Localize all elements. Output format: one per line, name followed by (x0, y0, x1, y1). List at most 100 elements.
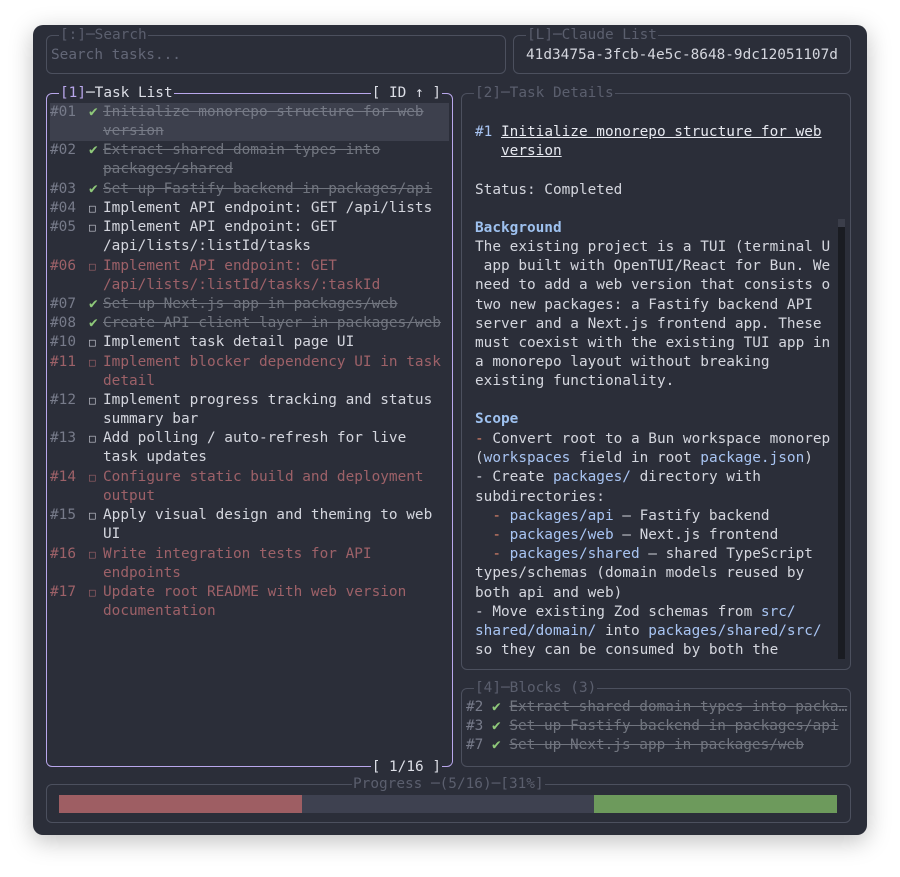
scope-fragment: directory with (630, 469, 761, 486)
code-ref: packages/api (509, 507, 614, 524)
scope-fragment: - Move existing Zod schemas from (475, 603, 761, 620)
block-id: #2 (466, 699, 484, 715)
blocks-title: [4]─Blocks (3) (474, 679, 598, 697)
checkbox-icon: □ (89, 432, 96, 446)
task-id: #11 (50, 353, 76, 370)
task-title: detail (103, 372, 155, 389)
check-icon: ✔ (89, 180, 98, 197)
task-id: #16 (50, 545, 76, 562)
checkbox-icon: □ (89, 355, 96, 369)
task-title: packages/shared (103, 161, 233, 178)
background-text: existing functionality. (475, 373, 675, 390)
scope-fragment: ( (475, 450, 484, 467)
scope-text: - packages/web — Next.js frontend (475, 526, 778, 545)
progress-segment-done (594, 795, 837, 813)
sort-indicator[interactable]: [ ID ↑ ] (370, 84, 442, 102)
task-title: Implement blocker dependency UI in task (103, 353, 441, 370)
checkbox-icon: □ (89, 259, 96, 273)
task-list-panel[interactable]: [1]─Task List [ ID ↑ ] #01 ✔ Initialize mo… (46, 84, 453, 776)
task-title: UI (103, 526, 121, 543)
block-row[interactable]: #2 ✔ Extract shared domain types into pa… (466, 698, 850, 717)
task-title: summary bar (103, 411, 199, 427)
scope-fragment: - (475, 527, 510, 543)
task-title: Configure static build and deployment (103, 468, 424, 485)
block-title: Set up Next.js app in packages/web (509, 737, 804, 754)
scope-text: - packages/shared — shared TypeScript (475, 545, 813, 564)
task-row[interactable]: #15 □ Apply visual design and theming to w… (50, 506, 449, 544)
task-row[interactable]: #01 ✔ Initialize monorepo structure for we… (50, 103, 449, 141)
task-row[interactable]: #17 □ Update root README with web version d… (50, 583, 449, 621)
scope-fragment: into (596, 623, 649, 639)
check-icon: ✔ (492, 699, 501, 715)
details-title-line: version (501, 142, 562, 161)
background-text: need to add a web version that consists … (475, 277, 831, 294)
details-title-line: #1 Initialize monorepo structure for web (475, 123, 822, 142)
scope-text: - Create packages/ directory with (475, 468, 761, 487)
progress-segment-blocked (59, 795, 302, 813)
scope-text: shared/domain/ into packages/shared/src/ (475, 622, 822, 641)
claude-list-panel[interactable]: [L]─Claude List 41d3475a-3fcb-4e5c-8648-… (513, 26, 851, 74)
claude-list-id[interactable]: 41d3475a-3fcb-4e5c-8648-9dc12051107d (526, 46, 850, 65)
task-row[interactable]: #13 □ Add polling / auto-refresh for live t… (50, 429, 449, 467)
task-title: Apply visual design and theming to web (103, 507, 433, 524)
task-details-panel[interactable]: [2]─Task Details #1 Initialize monorepo … (461, 84, 851, 670)
task-row[interactable]: #04 □ Implement API endpoint: GET /api/lis… (50, 199, 449, 218)
task-title: Create API client layer in packages/web (103, 315, 441, 332)
task-row[interactable]: #10 □ Implement task detail page UI (50, 333, 449, 352)
search-input[interactable]: Search tasks... (51, 46, 505, 65)
check-icon: ✔ (89, 104, 98, 120)
task-id: #10 (50, 334, 76, 351)
code-ref: src/ (760, 603, 796, 620)
scope-text: - Convert root to a Bun workspace monore… (475, 430, 830, 449)
task-row[interactable]: #14 □ Configure static build and deploymen… (50, 468, 449, 506)
progress-label: Progress ─(5/16)─[31%] (352, 775, 545, 793)
task-id: #01 (50, 104, 76, 120)
task-title: documentation (103, 603, 216, 619)
details-scrollbar[interactable] (838, 219, 845, 659)
task-title: Update root README with web version (103, 584, 407, 600)
scope-fragment: Convert root to a Bun workspace monorep (492, 431, 831, 447)
progress-bar (59, 795, 837, 813)
background-text: two new packages: a Fastify backend API (475, 296, 813, 313)
code-ref: packages/shared (509, 546, 640, 563)
task-row[interactable]: #11 □ Implement blocker dependency UI in t… (50, 353, 449, 391)
checkbox-icon: □ (89, 509, 96, 523)
task-list-title: [1]─Task List (59, 84, 174, 102)
block-row[interactable]: #3 ✔ Set up Fastify backend in packages/… (466, 717, 850, 736)
scope-heading: Scope (475, 411, 519, 427)
task-id: #08 (50, 315, 76, 332)
search-panel[interactable]: [:]─Search Search tasks... (46, 26, 506, 74)
checkbox-icon: □ (89, 394, 96, 407)
scope-fragment: - (475, 546, 510, 563)
code-ref: packages/shared/src/ (648, 623, 822, 639)
task-row[interactable]: #05 □ Implement API endpoint: GET/api/list… (50, 218, 449, 256)
task-row[interactable]: #12 □ Implement progress tracking and stat… (50, 391, 449, 429)
code-ref: shared/domain/ (475, 623, 597, 639)
code-ref: packages/ (552, 469, 631, 486)
details-scrollbar-thumb[interactable] (838, 219, 845, 227)
task-title: task updates (103, 449, 207, 466)
task-row[interactable]: #07 ✔ Set up Next.js app in packages/web (50, 295, 449, 314)
block-title: Extract shared domain types into packa… (509, 699, 848, 715)
background-text: The existing project is a TUI (terminal … (475, 239, 831, 255)
task-row[interactable]: #02 ✔ Extract shared domain types into pack… (50, 141, 449, 179)
search-panel-title: [:]─Search (59, 26, 148, 44)
scope-fragment: — shared TypeScript (639, 546, 813, 563)
task-row[interactable]: #08 ✔ Create API client layer in packages/… (50, 314, 449, 333)
task-title-heading: Initialize monorepo structure for web (501, 124, 822, 140)
task-id: #12 (50, 392, 76, 408)
scope-text: subdirectories: (475, 488, 605, 507)
task-id: #13 (50, 430, 76, 447)
block-row[interactable]: #7 ✔ Set up Next.js app in packages/web (466, 736, 850, 755)
task-id: #04 (50, 200, 76, 216)
task-title: Implement task detail page UI (103, 334, 355, 351)
scope-text: both api and web) (475, 584, 622, 603)
task-title: Extract shared domain types into (103, 142, 381, 159)
blocks-panel[interactable]: [4]─Blocks (3) #2 ✔ Extract shared domai… (461, 679, 851, 767)
background-text: must coexist with the existing TUI app i… (475, 335, 831, 351)
task-row[interactable]: #06 □ Implement API endpoint: GET/api/list… (50, 257, 449, 295)
task-row[interactable]: #16 □ Write integration tests for API endpo… (50, 545, 449, 583)
task-row[interactable]: #03 ✔ Set up Fastify backend in packages/a… (50, 180, 449, 199)
terminal-window: [:]─Search Search tasks... [L]─Claude Li… (33, 25, 867, 835)
block-id: #3 (466, 718, 484, 735)
